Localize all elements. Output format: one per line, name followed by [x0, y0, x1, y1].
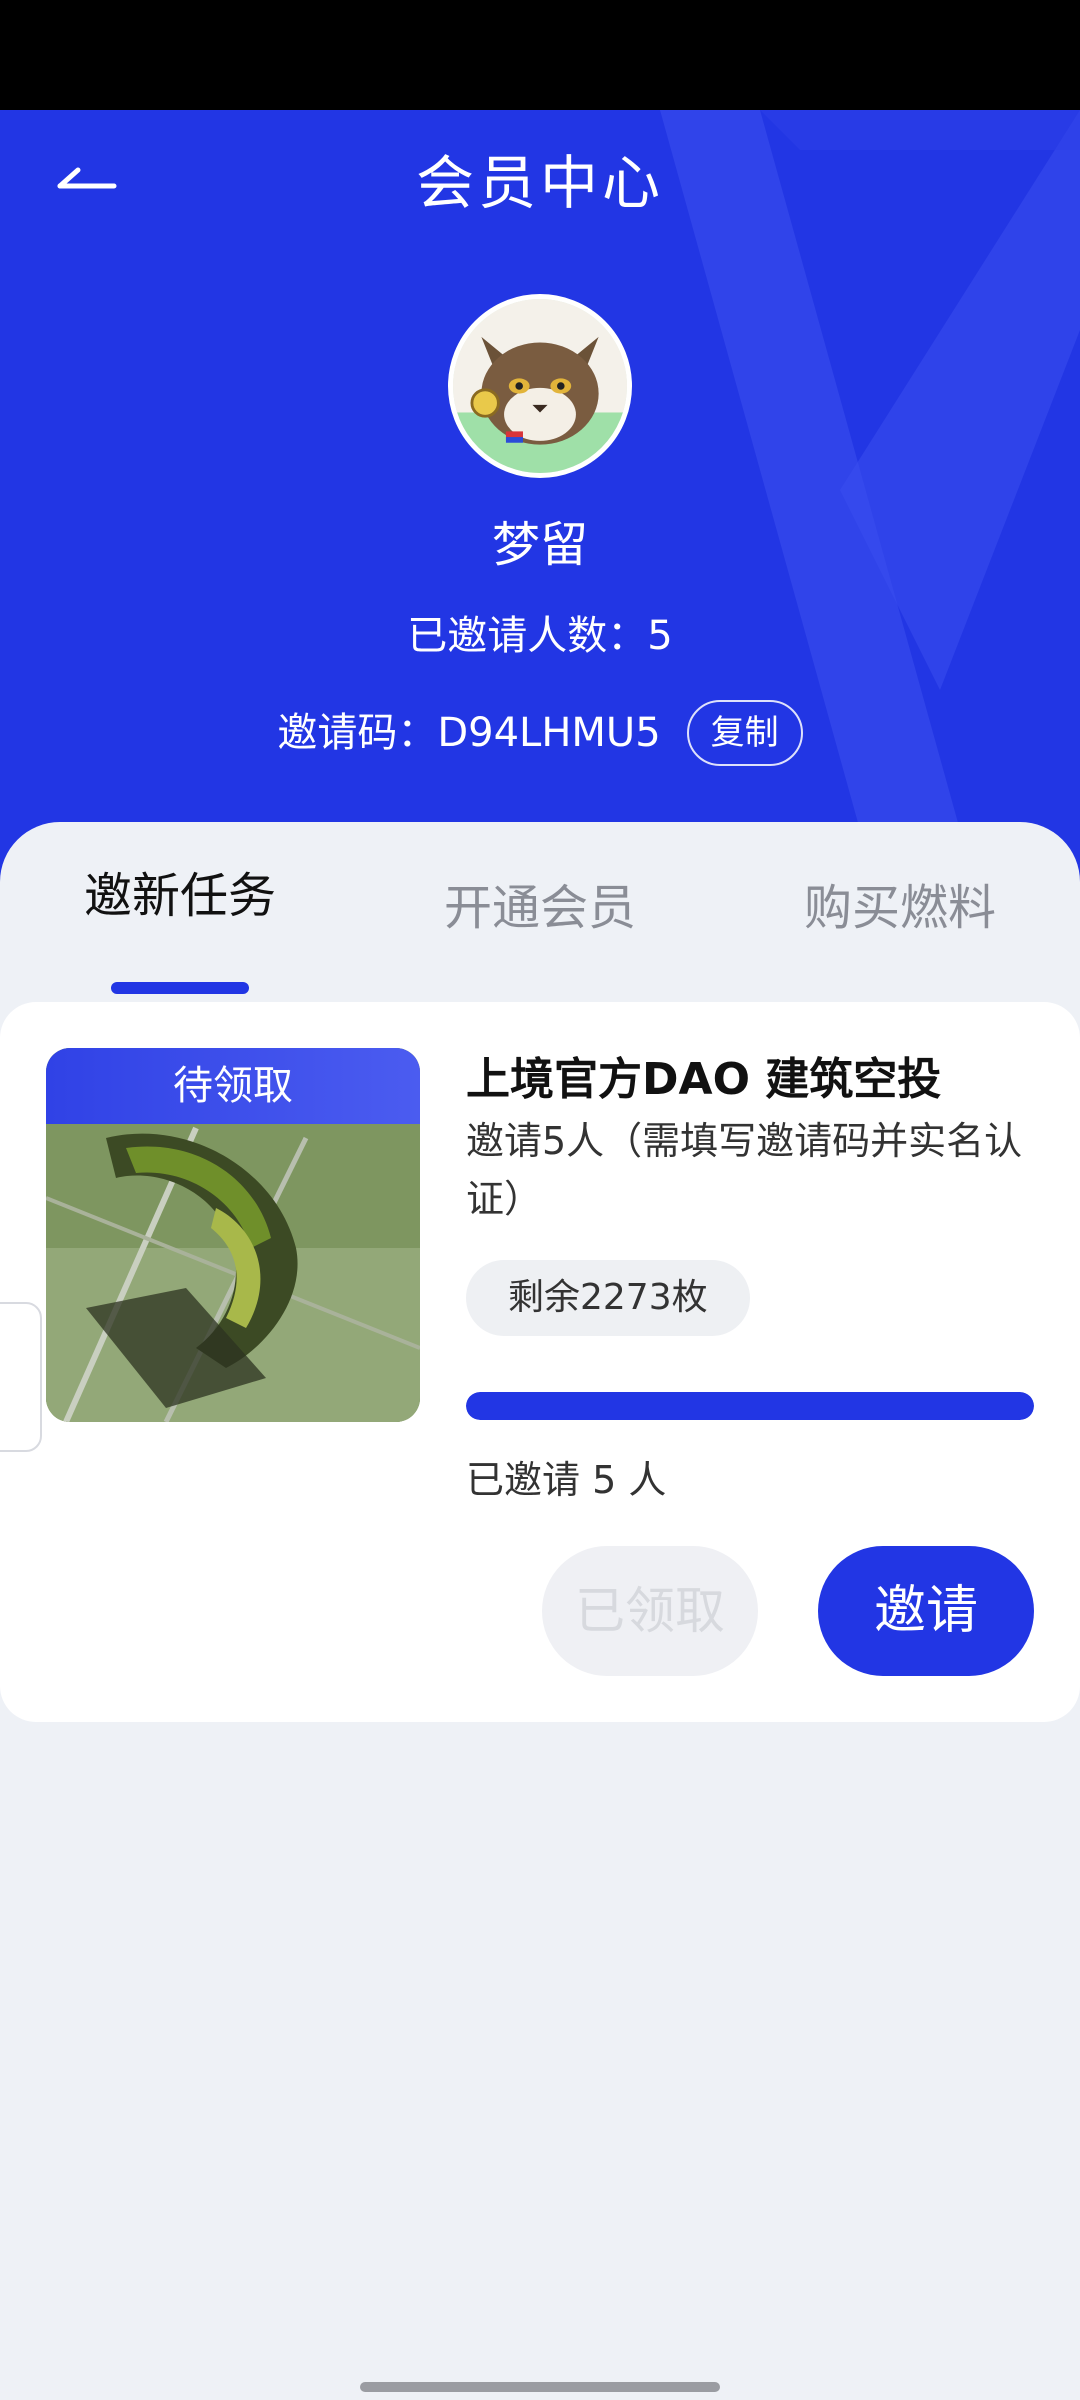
invite-code-label: 邀请码： — [277, 710, 438, 756]
task-card: 待领取 上境官方DAO 建筑空投 邀请5人（需填写邀请码并实名认证） 剩余227… — [0, 1002, 1080, 1722]
invite-code-text: 邀请码：D94LHMU5 — [277, 703, 660, 763]
invited-count-line: 已邀请人数：5 — [0, 606, 1080, 666]
home-indicator — [360, 2382, 720, 2392]
invite-code-line: 邀请码：D94LHMU5 复制 — [0, 700, 1080, 766]
invited-status: 已邀请 5 人 — [466, 1458, 667, 1502]
avatar[interactable] — [448, 294, 632, 478]
page-title: 会员中心 — [415, 149, 664, 217]
pending-claim-badge: 待领取 — [46, 1048, 420, 1124]
copy-button[interactable]: 复制 — [686, 700, 803, 766]
active-tab-indicator — [111, 982, 249, 994]
header-decoration — [660, 110, 1080, 830]
invite-progress-fill — [466, 1392, 1034, 1420]
username: 梦留 — [491, 517, 588, 573]
remaining-count-badge: 剩余2273枚 — [466, 1260, 750, 1336]
cat-avatar-image — [453, 299, 627, 473]
task-description: 邀请5人（需填写邀请码并实名认证） — [466, 1119, 1023, 1221]
task-title: 上境官方DAO 建筑空投 — [466, 1054, 942, 1105]
invite-code-value: D94LHMU5 — [437, 710, 661, 756]
side-handle[interactable] — [0, 1302, 42, 1452]
invite-button[interactable]: 邀请 — [818, 1546, 1034, 1676]
invite-progress-bar — [466, 1392, 1034, 1420]
tab-bar: 邀新任务 开通会员 购买燃料 — [0, 862, 1080, 994]
tab-buy-fuel[interactable]: 购买燃料 — [750, 868, 1050, 948]
tab-membership[interactable]: 开通会员 — [390, 868, 690, 948]
invited-count-label: 已邀请人数： — [407, 613, 648, 659]
tab-invite-tasks[interactable]: 邀新任务 — [30, 856, 330, 936]
content-sheet: 邀新任务 开通会员 购买燃料 待领取 上境官方DAO 建筑空投 邀请5人（需填写… — [0, 822, 1080, 2400]
claimed-button[interactable]: 已领取 — [542, 1546, 758, 1676]
member-header: 会员中心 梦留 已邀请人数：5 邀请码：D94LHMU5 复制 — [0, 110, 1080, 900]
task-image: 待领取 — [46, 1048, 420, 1422]
status-bar — [0, 0, 1080, 110]
invited-count-value: 5 — [647, 613, 673, 659]
